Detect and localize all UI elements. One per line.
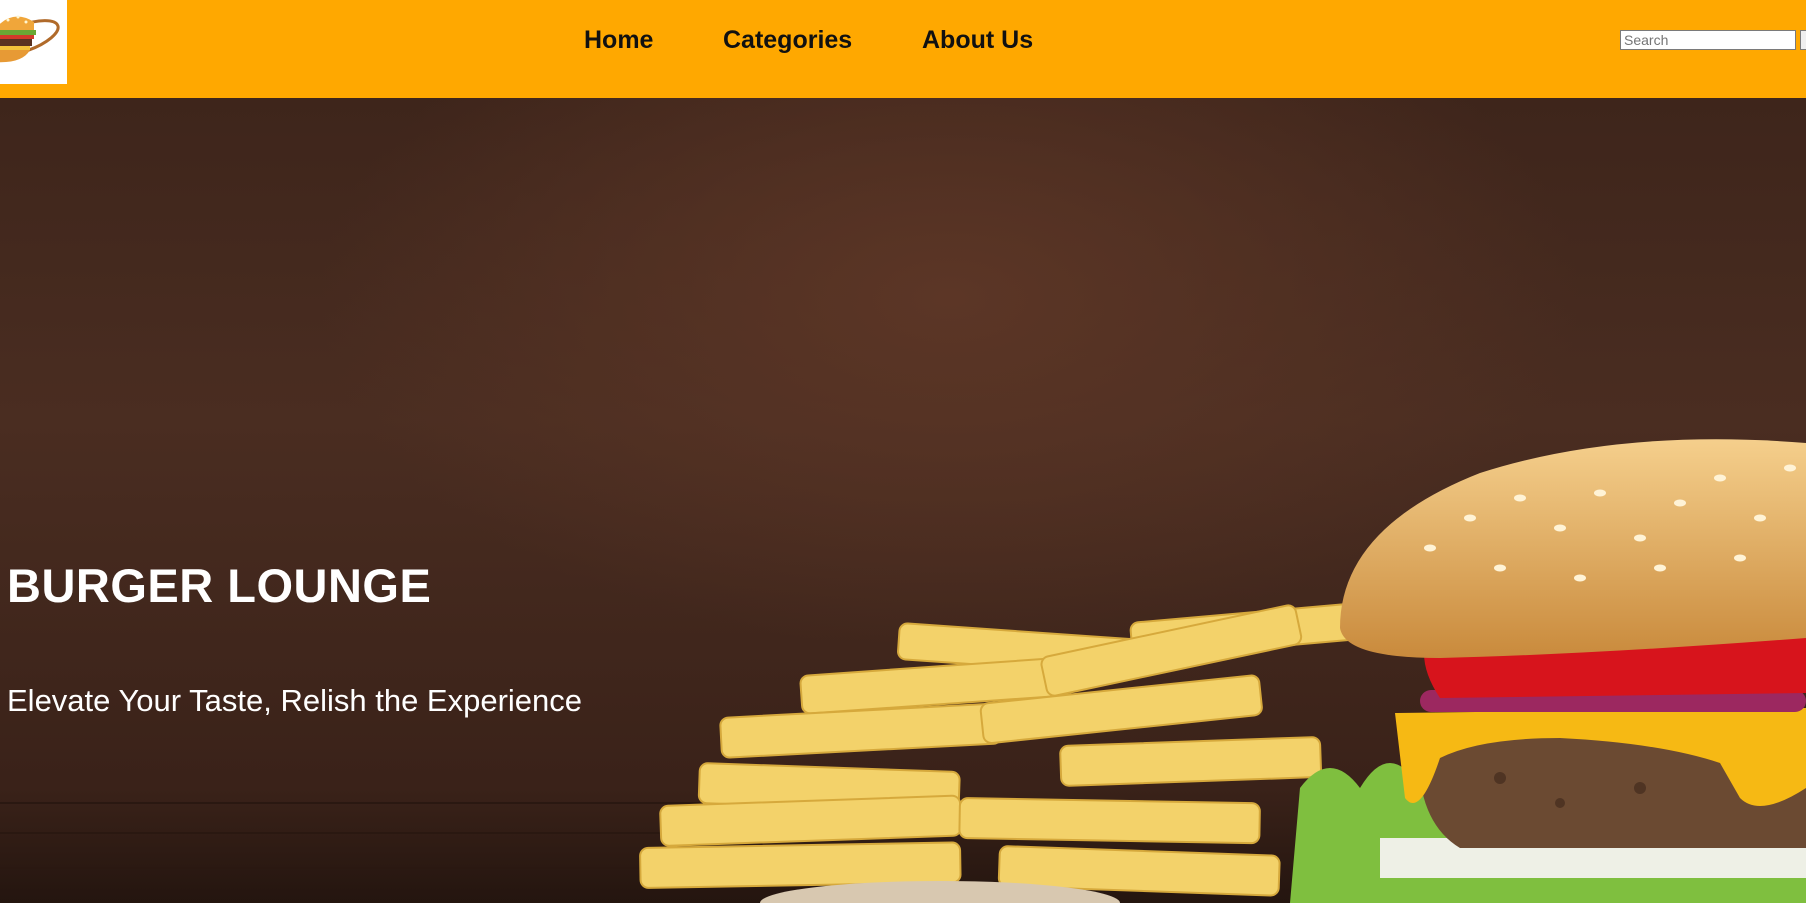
hero-banner: BURGER LOUNGE Elevate Your Taste, Relish…	[0, 98, 1806, 903]
nav-link-home[interactable]: Home	[584, 22, 653, 58]
search-input[interactable]	[1620, 30, 1796, 50]
hero-tagline: Elevate Your Taste, Relish the Experienc…	[7, 683, 583, 718]
hero-title: BURGER LOUNGE	[7, 559, 432, 612]
burger-logo-icon	[0, 15, 60, 63]
nav-link-categories[interactable]: Categories	[723, 22, 852, 58]
burger-and-fries-photo	[0, 439, 1806, 903]
navbar: Home Categories About Us	[0, 0, 1806, 98]
nav-link-about-us[interactable]: About Us	[922, 22, 1033, 58]
search-button[interactable]	[1800, 30, 1806, 50]
logo[interactable]	[0, 0, 67, 84]
